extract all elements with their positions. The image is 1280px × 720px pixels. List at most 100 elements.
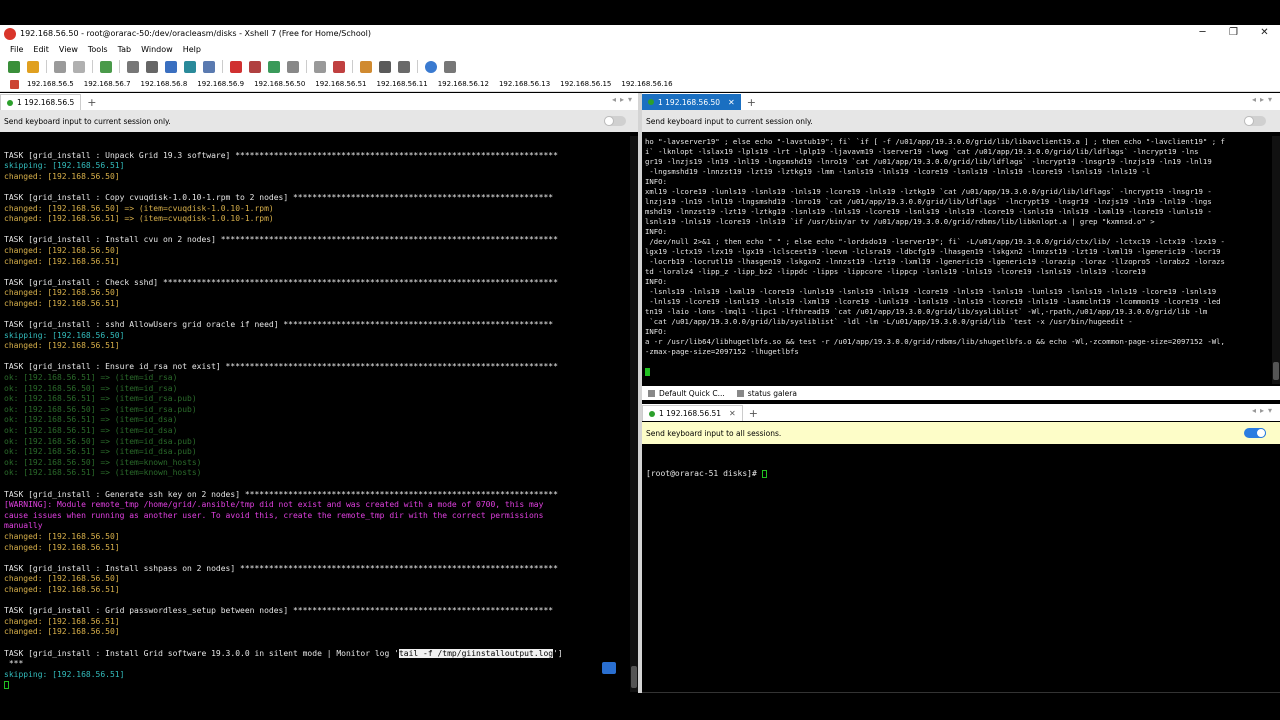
quick-host[interactable]: 192.168.56.51 [315, 80, 366, 88]
quick-host[interactable]: 192.168.56.12 [438, 80, 489, 88]
new-tab-plus-icon[interactable]: + [87, 96, 96, 110]
terminal-line: TASK [grid_install : Unpack Grid 19.3 so… [4, 150, 558, 160]
terminal-line: ok: [192.168.56.51] => (item=known_hosts… [4, 468, 202, 478]
xftp-icon[interactable] [230, 60, 242, 73]
toolbar-separator [92, 60, 93, 73]
terminal-line: ok: [192.168.56.51] => (item=id_dsa.pub) [4, 447, 197, 457]
send-input-toggle[interactable] [604, 116, 626, 126]
menu-tab[interactable]: Tab [118, 45, 132, 54]
close-button[interactable]: ✕ [1249, 25, 1280, 42]
scroll-thumb[interactable] [631, 666, 637, 688]
fullscreen-icon[interactable] [268, 60, 280, 73]
quick-host[interactable]: 192.168.56.50 [254, 80, 305, 88]
options-icon[interactable] [398, 60, 410, 73]
close-tab-icon[interactable]: ✕ [728, 98, 735, 107]
menu-file[interactable]: File [10, 45, 23, 54]
quick-host[interactable]: 192.168.56.16 [621, 80, 672, 88]
quick-host[interactable]: 192.168.56.8 [141, 80, 188, 88]
tile-icon[interactable] [379, 60, 391, 73]
scroll-thumb[interactable] [1273, 362, 1279, 380]
new-session-icon[interactable] [8, 60, 20, 73]
lock-icon[interactable] [287, 60, 299, 73]
bottom-edge [642, 692, 1280, 693]
quick-host[interactable]: 192.168.56.11 [377, 80, 428, 88]
reconnect-icon[interactable] [54, 60, 66, 73]
toolbar-separator [417, 60, 418, 73]
tab-nav-arrows-icon[interactable]: ◂▸▾ [1252, 406, 1276, 415]
session-tab-right-bottom[interactable]: 1 192.168.56.51 ✕ [642, 405, 743, 421]
quick-host[interactable]: 192.168.56.7 [84, 80, 131, 88]
layout-icon[interactable] [165, 60, 177, 73]
terminal-line: INFO: [645, 177, 667, 186]
left-terminal[interactable]: TASK [grid_install : Unpack Grid 19.3 so… [0, 136, 630, 692]
menu-edit[interactable]: Edit [33, 45, 49, 54]
find-icon[interactable] [146, 60, 158, 73]
quick-host[interactable]: 192.168.56.13 [499, 80, 550, 88]
quick-host[interactable]: 192.168.56.9 [197, 80, 244, 88]
quick-command-default[interactable]: Default Quick C... [648, 389, 725, 398]
selected-command-text[interactable]: tail -f /tmp/giinstalloutput.log [398, 648, 554, 658]
new-tab-plus-icon[interactable]: + [747, 96, 756, 110]
tab-nav-arrows-icon[interactable]: ◂▸▾ [1252, 95, 1276, 104]
terminal-line: changed: [192.168.56.50] [4, 288, 120, 298]
terminal-line: tn19 -laio -lons -lmql1 -lipc1 -lfthread… [645, 307, 1208, 316]
menu-tools[interactable]: Tools [88, 45, 108, 54]
left-scrollbar[interactable] [630, 136, 638, 692]
keyboard-icon[interactable] [314, 60, 326, 73]
close-tab-icon[interactable]: ✕ [729, 409, 736, 418]
terminal-line: TASK [grid_install : Install Grid softwa… [4, 648, 630, 660]
globe-icon[interactable] [184, 60, 196, 73]
menu-help[interactable]: Help [183, 45, 201, 54]
xagent-icon[interactable] [249, 60, 261, 73]
highlight-icon[interactable] [333, 60, 345, 73]
terminal-line: changed: [192.168.56.51] [4, 256, 120, 266]
disconnect-icon[interactable] [73, 60, 85, 73]
session-tab-right-top[interactable]: 1 192.168.56.50 ✕ [642, 94, 741, 110]
right-bottom-send-input-banner: Send keyboard input to all sessions. [642, 422, 1280, 444]
minimize-button[interactable]: ─ [1187, 25, 1218, 42]
quick-host[interactable]: 192.168.56.5 [27, 80, 74, 88]
menu-view[interactable]: View [59, 45, 78, 54]
compose-bar-icon[interactable] [602, 662, 616, 674]
terminal-line: mshd19 -lnnzst19 -lzt19 -lztkg19 -lsnls1… [645, 207, 1212, 216]
terminal-line: cause issues when running as another use… [4, 510, 544, 520]
copy-icon[interactable] [127, 60, 139, 73]
toolbar-separator [306, 60, 307, 73]
right-top-terminal[interactable]: ho "-lavserver19" ; else echo "-lavstub1… [642, 136, 1272, 384]
right-top-scrollbar[interactable] [1272, 136, 1280, 384]
quick-host[interactable]: 192.168.56.15 [560, 80, 611, 88]
script-icon[interactable] [203, 60, 215, 73]
right-bottom-terminal[interactable]: [root@orarac-51 disks]# [642, 446, 1280, 692]
compose-icon[interactable] [360, 60, 372, 73]
terminal-line: ok: [192.168.56.51] => (item=id_dsa) [4, 426, 178, 436]
terminal-cursor [761, 469, 767, 478]
send-input-toggle[interactable] [1244, 428, 1266, 438]
connected-status-icon [648, 99, 654, 105]
quick-command-status-galera[interactable]: status galera [736, 389, 797, 398]
terminal-line: changed: [192.168.56.51] [4, 341, 120, 351]
new-tab-plus-icon[interactable]: + [749, 407, 758, 421]
tab-nav-arrows-icon[interactable]: ◂▸▾ [612, 95, 636, 104]
toggle-knob [1244, 116, 1254, 126]
quick-host-bar: 192.168.56.5 192.168.56.7 192.168.56.8 1… [0, 77, 1280, 92]
terminal-line: ho "-lavserver19" ; else echo "-lavstub1… [645, 137, 1225, 146]
terminal-line: a -r /usr/lib64/libhugetlbfs.so && test … [645, 337, 1225, 346]
terminal-line: -lsnls19 -lnls19 -lxml19 -lcore19 -lunls… [645, 287, 1217, 296]
top-black-strip [0, 0, 1280, 25]
toggle-knob [604, 116, 614, 126]
session-tab-left[interactable]: 1 192.168.56.5 [0, 94, 82, 110]
transfer-icon[interactable] [100, 60, 112, 73]
terminal-line: /dev/null 2>&1 ; then echo " " ; else ec… [645, 237, 1225, 246]
open-folder-icon[interactable] [27, 60, 39, 73]
menu-window[interactable]: Window [141, 45, 173, 54]
help-icon[interactable] [425, 60, 437, 73]
restore-button[interactable]: ❐ [1218, 25, 1249, 42]
chat-icon[interactable] [444, 60, 456, 73]
terminal-line: changed: [192.168.56.51] [4, 542, 120, 552]
terminal-line: manually [4, 521, 43, 531]
send-input-toggle[interactable] [1244, 116, 1266, 126]
